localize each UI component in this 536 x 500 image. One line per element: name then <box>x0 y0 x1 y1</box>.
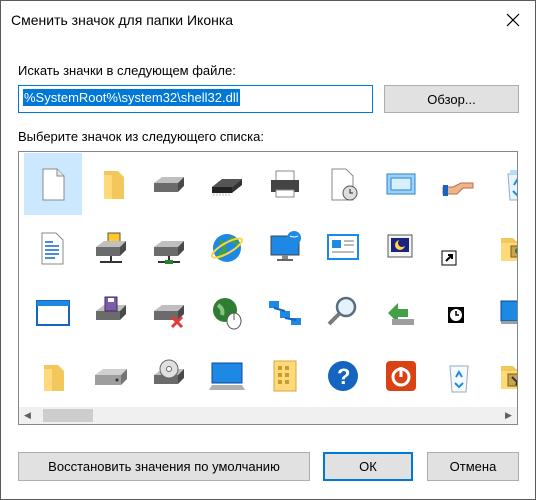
icon-cell[interactable] <box>82 217 140 279</box>
icon-cell[interactable] <box>256 153 314 215</box>
icon-cell[interactable] <box>430 217 488 279</box>
close-button[interactable] <box>491 1 535 39</box>
scrollbar-thumb[interactable] <box>43 409 93 422</box>
icon-cell[interactable] <box>372 153 430 215</box>
icon-cell[interactable] <box>198 153 256 215</box>
icon-cell[interactable] <box>140 281 198 343</box>
display-icon <box>386 173 416 195</box>
icon-cell[interactable] <box>314 217 372 279</box>
icon-cell[interactable] <box>430 153 488 215</box>
icon-list[interactable]: A? ◀ ▶ <box>18 151 518 425</box>
icon-cell[interactable] <box>372 345 430 407</box>
cancel-button[interactable]: Отмена <box>427 452 519 481</box>
window-icon <box>36 300 70 326</box>
computer-icon <box>209 362 245 390</box>
globe-mouse-icon <box>213 298 242 330</box>
icon-cell[interactable] <box>256 217 314 279</box>
monitor-moon-icon <box>387 234 413 258</box>
tools-folder-icon <box>501 366 517 389</box>
svg-text:?: ? <box>337 364 350 389</box>
icon-cell[interactable] <box>488 217 517 279</box>
drive-disconnect-icon <box>154 305 184 329</box>
icon-cell[interactable] <box>140 217 198 279</box>
icon-cell[interactable] <box>82 153 140 215</box>
monitor-blue-icon <box>500 300 517 324</box>
folder-small-icon <box>44 365 64 391</box>
globe-icon <box>211 234 243 262</box>
recycle-bin-empty-icon <box>449 365 469 393</box>
network-globe-icon <box>270 231 301 261</box>
icon-cell[interactable] <box>314 281 372 343</box>
file-label: Искать значки в следующем файле: <box>18 63 236 78</box>
icon-cell[interactable] <box>140 345 198 407</box>
icon-cell[interactable] <box>488 153 517 215</box>
icon-cell[interactable] <box>198 217 256 279</box>
shortcut-arrow-icon <box>441 250 457 266</box>
icon-cell[interactable] <box>82 345 140 407</box>
help-icon: ? <box>328 361 358 391</box>
icon-cell[interactable] <box>24 153 82 215</box>
power-icon <box>386 361 416 391</box>
folder-icon <box>104 171 124 199</box>
icon-cell[interactable] <box>430 281 488 343</box>
memory-chip-icon <box>212 179 242 196</box>
text-document-icon <box>41 232 64 265</box>
ok-button[interactable]: ОК <box>323 452 413 481</box>
icon-cell[interactable] <box>256 281 314 343</box>
cd-drive-icon <box>154 359 184 384</box>
search-icon <box>327 296 357 326</box>
icon-cell[interactable] <box>82 281 140 343</box>
network-drive-shared-icon <box>154 241 184 264</box>
icon-file-input[interactable]: %SystemRoot%\system32\shell32.dll <box>18 85 373 113</box>
scroll-left-icon[interactable]: ◀ <box>19 407 36 424</box>
icon-cell[interactable] <box>488 281 517 343</box>
document-clock-icon <box>331 168 358 201</box>
floppy-drive-icon <box>96 296 126 320</box>
icon-cell[interactable]: ? <box>314 345 372 407</box>
icon-cell[interactable] <box>372 281 430 343</box>
printer-icon <box>271 170 299 198</box>
icon-cell[interactable] <box>314 153 372 215</box>
icon-cell[interactable] <box>24 217 82 279</box>
disk-drive-icon <box>154 177 184 192</box>
restore-defaults-button[interactable]: Восстановить значения по умолчанию <box>18 452 310 481</box>
icon-cell[interactable] <box>256 345 314 407</box>
window-title: Сменить значок для папки Иконка <box>11 12 234 28</box>
folder-network-icon <box>501 238 517 261</box>
folder-grid-icon <box>273 360 297 392</box>
blank-document-icon <box>42 168 65 201</box>
icon-cell[interactable] <box>488 345 517 407</box>
icon-cell[interactable] <box>430 345 488 407</box>
icon-cell[interactable] <box>198 281 256 343</box>
recycle-bin-full-icon <box>507 170 517 201</box>
change-icon-dialog: Сменить значок для папки Иконка Искать з… <box>0 0 536 500</box>
network-drive-icon <box>96 232 126 263</box>
control-panel-icon <box>327 234 359 260</box>
title-bar: Сменить значок для папки Иконка <box>1 1 535 39</box>
hand-share-icon <box>442 182 474 196</box>
icon-cell[interactable] <box>372 217 430 279</box>
icon-cell[interactable] <box>198 345 256 407</box>
hard-drive-icon <box>95 369 127 385</box>
clock-badge-icon <box>448 307 464 323</box>
icon-cell[interactable] <box>24 281 82 343</box>
icon-cell[interactable] <box>24 345 82 407</box>
list-label: Выберите значок из следующего списка: <box>18 129 264 144</box>
icon-file-path: %SystemRoot%\system32\shell32.dll <box>23 89 240 106</box>
browse-button[interactable]: Обзор... <box>384 85 519 113</box>
close-icon <box>506 13 520 27</box>
network-icon <box>269 301 301 325</box>
scroll-right-icon[interactable]: ▶ <box>500 407 517 424</box>
icon-cell[interactable] <box>140 153 198 215</box>
usb-drive-icon <box>388 303 414 325</box>
horizontal-scrollbar[interactable]: ◀ ▶ <box>19 407 517 424</box>
